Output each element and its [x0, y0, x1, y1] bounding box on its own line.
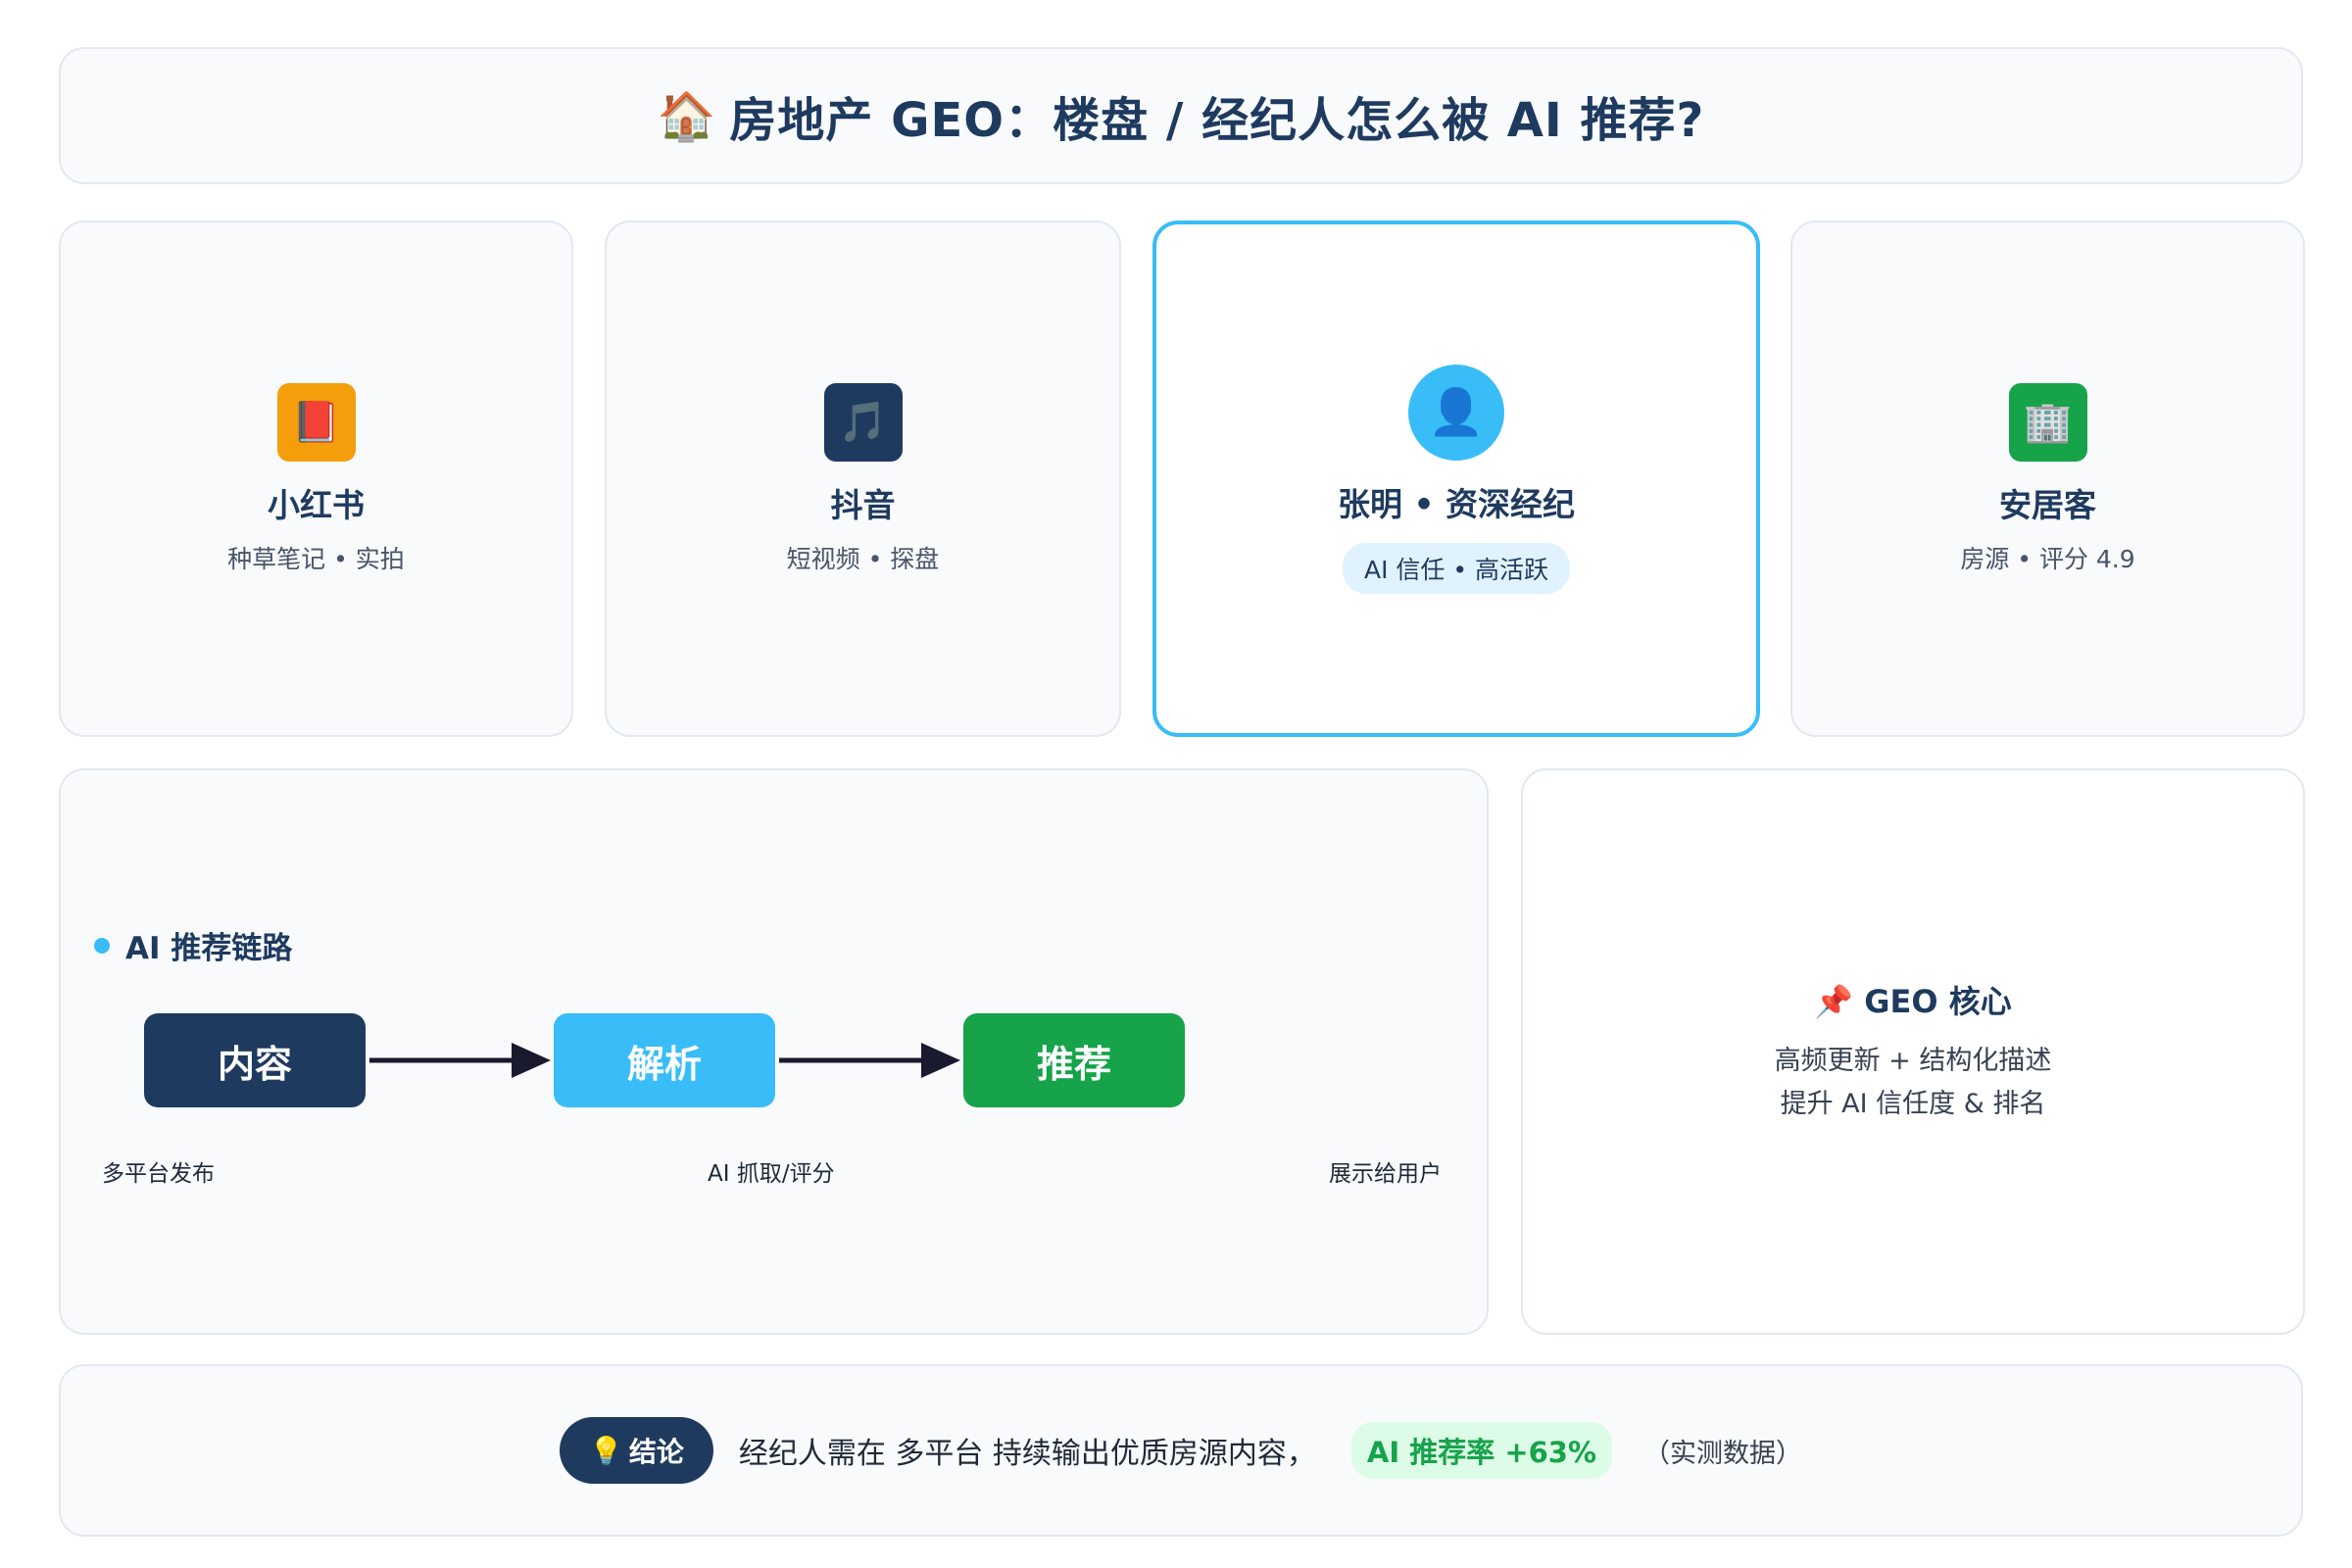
agent-card[interactable]: 👤 张明 • 资深经纪 AI 信任 • 高活跃	[1152, 220, 1760, 737]
core-heading: 📌 GEO 核心	[1814, 977, 2011, 1022]
platform-card-douyin[interactable]: 🎵 抖音 短视频 • 探盘	[605, 220, 1121, 737]
building-icon: 🏢	[2008, 382, 2087, 462]
card-subtitle: 种草笔记 • 实拍	[227, 544, 405, 573]
conclusion-badge: 💡 结论	[559, 1417, 713, 1484]
card-name: 安居客	[1999, 485, 2096, 524]
platform-card-anjuke[interactable]: 🏢 安居客 房源 • 评分 4.9	[1790, 220, 2305, 737]
house-icon: 🏠	[657, 88, 716, 144]
step-parse: 解析	[554, 1013, 775, 1107]
core-title: GEO 核心	[1864, 983, 2012, 1020]
step-caption-2: AI 抓取/评分	[708, 1161, 835, 1187]
geo-core-panel: 📌 GEO 核心 高频更新 + 结构化描述 提升 AI 信任度 & 排名	[1521, 768, 2305, 1335]
agent-status-badge: AI 信任 • 高活跃	[1342, 542, 1571, 594]
page-title: 房地产 GEO：楼盘 / 经纪人怎么被 AI 推荐?	[729, 93, 1705, 148]
conclusion-label: 结论	[628, 1436, 684, 1468]
book-icon: 📕	[276, 382, 356, 462]
card-name: 张明 • 资深经纪	[1337, 484, 1576, 523]
music-note-icon: 🎵	[823, 382, 903, 462]
core-line-1: 高频更新 + 结构化描述	[1774, 1046, 2052, 1076]
platform-card-xiaohongshu[interactable]: 📕 小红书 种草笔记 • 实拍	[59, 220, 573, 737]
step-caption-1: 多平台发布	[102, 1161, 215, 1187]
arrow-head-2	[921, 1043, 960, 1078]
card-name: 抖音	[830, 485, 896, 524]
card-subtitle: 房源 • 评分 4.9	[1960, 544, 2135, 573]
user-avatar-icon: 👤	[1408, 364, 1504, 461]
arrow-head-1	[512, 1043, 551, 1078]
conclusion-panel: 💡 结论 经纪人需在 多平台 持续输出优质房源内容， AI 推荐率 +63% （…	[59, 1364, 2303, 1537]
core-line-2: 提升 AI 信任度 & 排名	[1780, 1089, 2046, 1119]
title-panel: 🏠 房地产 GEO：楼盘 / 经纪人怎么被 AI 推荐?	[59, 47, 2303, 184]
step-caption-3: 展示给用户	[1329, 1161, 1442, 1187]
step-recommend: 推荐	[963, 1013, 1185, 1107]
recommend-rate-badge: AI 推荐率 +63%	[1350, 1422, 1613, 1479]
pushpin-icon: 📌	[1814, 983, 1854, 1020]
card-name: 小红书	[268, 485, 365, 524]
step-content: 内容	[144, 1013, 366, 1107]
conclusion-note: （实测数据）	[1643, 1438, 1803, 1469]
lightbulb-icon: 💡	[588, 1434, 623, 1467]
card-subtitle: 短视频 • 探盘	[786, 544, 940, 573]
recommendation-chain-panel: AI 推荐链路 内容 解析 推荐 多平台发布 AI 抓取/评分 展示给用户	[59, 768, 1489, 1335]
conclusion-text: 经纪人需在 多平台 持续输出优质房源内容，	[738, 1437, 1316, 1471]
